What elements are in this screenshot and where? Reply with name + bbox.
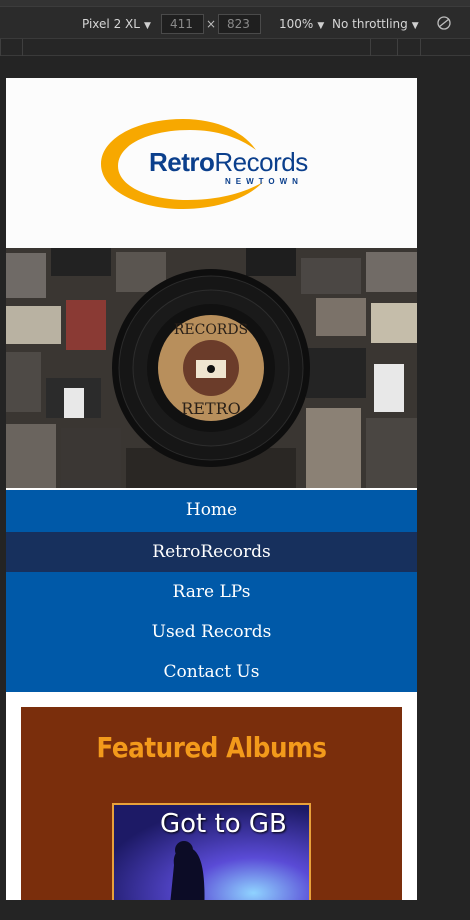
- logo-subtitle: NEWTOWN: [225, 177, 303, 186]
- ruler-segment: [420, 39, 421, 56]
- featured-albums-heading: Featured Albums: [96, 731, 327, 764]
- nav-item-used-records[interactable]: Used Records: [6, 612, 417, 652]
- page-viewport: RetroRecords NEWTOWN RECORDS RETRO Home …: [6, 78, 417, 900]
- devtools-toolbar: Pixel 2 XL ▼ 411 × 823 100% ▼ No throttlin…: [0, 0, 470, 38]
- device-select[interactable]: Pixel 2 XL ▼: [82, 17, 151, 31]
- ruler-segment: [0, 39, 1, 56]
- throttling-label: No throttling: [332, 17, 408, 31]
- rotate-icon[interactable]: [436, 15, 452, 31]
- album-title-text: Got to GB: [160, 809, 287, 839]
- devtools-bottom: [0, 900, 470, 920]
- site-header: RetroRecords NEWTOWN: [6, 78, 417, 248]
- dimension-separator: ×: [206, 17, 217, 31]
- device-label: Pixel 2 XL: [82, 17, 140, 31]
- ruler-segment: [370, 39, 371, 56]
- main-nav: Home RetroRecords Rare LPs Used Records …: [6, 490, 417, 692]
- zoom-label: 100%: [279, 17, 314, 31]
- ruler-segment: [22, 39, 23, 56]
- nav-item-contact-us[interactable]: Contact Us: [6, 652, 417, 692]
- devtools-background: [417, 56, 470, 920]
- media-query-ruler: [0, 38, 470, 56]
- logo-brand-rest: Records: [214, 147, 308, 177]
- featured-albums-section: Featured Albums Got to GB: [21, 707, 402, 900]
- logo-wordmark[interactable]: RetroRecords: [149, 147, 308, 178]
- caret-down-icon: ▼: [143, 21, 151, 31]
- throttling-select[interactable]: No throttling ▼: [332, 17, 419, 31]
- hero-banner: RECORDS RETRO: [6, 248, 417, 488]
- logo-brand-bold: Retro: [149, 147, 215, 177]
- width-input[interactable]: 411: [161, 14, 204, 34]
- devtools-top-strip: [0, 0, 470, 7]
- caret-down-icon: ▼: [411, 21, 419, 31]
- height-input[interactable]: 823: [218, 14, 261, 34]
- record-label-text: RECORDS: [174, 322, 248, 338]
- nav-item-home[interactable]: Home: [6, 490, 417, 530]
- album-cover[interactable]: Got to GB: [112, 803, 311, 900]
- hero-image: RECORDS RETRO: [6, 248, 417, 488]
- ruler-segment: [397, 39, 398, 56]
- nav-item-rare-lps[interactable]: Rare LPs: [6, 572, 417, 612]
- nav-item-retrorecords[interactable]: RetroRecords: [6, 532, 417, 572]
- svg-text:RETRO: RETRO: [181, 399, 241, 418]
- zoom-select[interactable]: 100% ▼: [279, 17, 324, 31]
- caret-down-icon: ▼: [317, 21, 325, 31]
